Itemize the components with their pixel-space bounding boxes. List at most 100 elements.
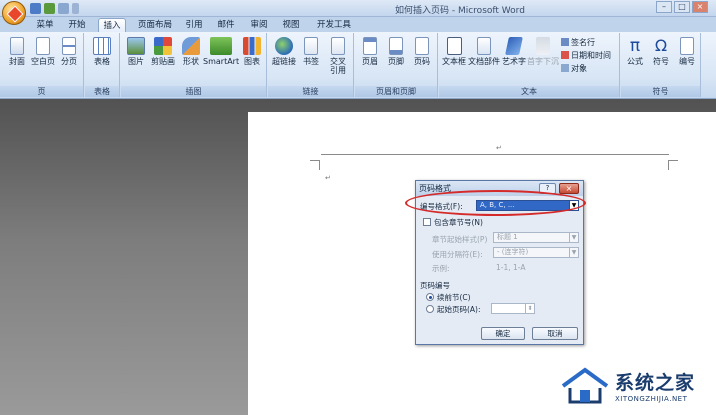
highlight-annotation [405, 190, 586, 216]
continue-radio[interactable] [426, 293, 434, 301]
header-separator-line [321, 154, 669, 155]
maximize-button[interactable]: □ [674, 1, 690, 13]
chart-button[interactable]: 图表 [241, 37, 263, 66]
tab-view[interactable]: 视图 [280, 18, 302, 32]
chevron-down-icon: ▼ [569, 233, 578, 242]
ok-button[interactable]: 确定 [481, 327, 525, 340]
header-button[interactable]: 页眉 [358, 37, 382, 66]
group-header-footer: 页眉 页脚 页码 页眉和页脚 [355, 33, 438, 97]
cover-icon [10, 37, 24, 55]
separator-select[interactable]: - (连字符) ▼ [493, 247, 579, 258]
wordart-button[interactable]: 艺术字 [501, 37, 527, 66]
cancel-button[interactable]: 取消 [532, 327, 578, 340]
datetime-label: 日期和时间 [571, 51, 611, 60]
bookmark-icon [304, 37, 318, 55]
ribbon-tabs: 菜单 开始 插入 页面布局 引用 邮件 审阅 视图 开发工具 [0, 17, 716, 32]
chapter-style-select[interactable]: 标题 1 ▼ [493, 232, 579, 243]
shapes-button[interactable]: 形状 [179, 37, 203, 66]
start-at-spinner[interactable]: ⬍ [491, 303, 535, 314]
page-number-icon [415, 37, 429, 55]
start-at-radio[interactable] [426, 305, 434, 313]
dialog-close-button[interactable]: × [559, 183, 579, 194]
page-numbering-label: 页码编号 [420, 281, 450, 290]
page-break-button[interactable]: 分页 [58, 37, 80, 66]
group-text: 文本框 文档部件 艺术字 首字下沉 签名行 日期和时间 对象 文本 [439, 33, 620, 97]
smartart-button[interactable]: SmartArt [203, 37, 239, 66]
group-symbols: π 公式 Ω 符号 编号 符号 [621, 33, 701, 97]
blank-page-label: 空白页 [31, 57, 55, 66]
signature-label: 签名行 [571, 38, 595, 47]
pi-icon: π [629, 36, 641, 56]
tab-review[interactable]: 审阅 [248, 18, 270, 32]
clipart-button[interactable]: 剪贴画 [149, 37, 177, 66]
equation-button[interactable]: π 公式 [623, 37, 647, 66]
object-button[interactable]: 对象 [561, 63, 587, 74]
cover-button[interactable]: 封面 [6, 37, 28, 66]
object-icon [561, 64, 569, 72]
bookmark-button[interactable]: 书签 [300, 37, 322, 66]
cover-label: 封面 [9, 57, 25, 66]
tab-insert[interactable]: 插入 [98, 18, 126, 32]
numbering-button[interactable]: 编号 [675, 37, 699, 66]
cross-ref-label-1: 交叉 [330, 57, 346, 66]
crop-mark-left [310, 160, 320, 170]
equation-label: 公式 [627, 57, 643, 66]
symbol-button[interactable]: Ω 符号 [649, 36, 673, 67]
header-paragraph-mark: ↵ [496, 144, 502, 152]
group-illustrations-label: 插图 [121, 86, 266, 97]
page-number-label: 页码 [414, 57, 430, 66]
body-paragraph-mark: ↵ [325, 174, 331, 182]
object-label: 对象 [571, 64, 587, 73]
chart-icon [243, 37, 261, 55]
continue-label: 续前节(C) [437, 293, 471, 302]
signature-line-button[interactable]: 签名行 [561, 37, 595, 48]
date-time-button[interactable]: 日期和时间 [561, 50, 611, 61]
tab-developer[interactable]: 开发工具 [312, 18, 356, 32]
blank-page-button[interactable]: 空白页 [31, 37, 55, 66]
group-pages-label: 页 [0, 86, 83, 97]
drop-cap-button[interactable]: 首字下沉 [527, 37, 559, 66]
include-chapter-checkbox[interactable] [423, 218, 431, 226]
tab-page-layout[interactable]: 页面布局 [133, 18, 177, 32]
group-header-footer-label: 页眉和页脚 [355, 86, 437, 97]
clipart-icon [154, 37, 172, 55]
omega-icon: Ω [654, 36, 668, 55]
cross-reference-button[interactable]: 交叉 引用 [326, 37, 350, 75]
footer-button[interactable]: 页脚 [384, 37, 408, 66]
group-tables-label: 表格 [85, 86, 119, 97]
tab-home[interactable]: 开始 [64, 18, 90, 32]
page-number-button[interactable]: 页码 [410, 37, 434, 66]
example-label: 示例: [432, 264, 450, 273]
tab-references[interactable]: 引用 [183, 18, 205, 32]
customize-qat-icon[interactable] [72, 3, 79, 14]
window-title: 如何插入页码 - Microsoft Word [395, 6, 525, 16]
tab-menu[interactable]: 菜单 [32, 18, 58, 32]
table-button[interactable]: 表格 [91, 37, 113, 66]
quick-parts-button[interactable]: 文档部件 [468, 37, 500, 66]
shapes-label: 形状 [183, 57, 199, 66]
undo-icon[interactable] [44, 3, 55, 14]
header-icon [363, 37, 377, 55]
calendar-icon [561, 51, 569, 59]
table-icon [93, 37, 111, 55]
chart-label: 图表 [244, 57, 260, 66]
picture-icon [127, 37, 145, 55]
watermark-brand: 系统之家 [615, 372, 696, 394]
group-symbols-label: 符号 [621, 86, 700, 97]
office-button[interactable] [2, 1, 26, 25]
tab-mailings[interactable]: 邮件 [215, 18, 237, 32]
group-tables: 表格 表格 [85, 33, 120, 97]
save-icon[interactable] [30, 3, 41, 14]
picture-button[interactable]: 图片 [125, 37, 147, 66]
redo-icon[interactable] [58, 3, 69, 14]
blank-page-icon [36, 37, 50, 55]
textbox-button[interactable]: 文本框 [441, 37, 467, 66]
table-label: 表格 [94, 57, 110, 66]
close-window-button[interactable]: × [692, 1, 708, 13]
spinner-arrows-icon: ⬍ [525, 304, 534, 313]
hyperlink-button[interactable]: 超链接 [270, 37, 298, 66]
textbox-label: 文本框 [442, 57, 466, 66]
chevron-down-icon: ▼ [569, 248, 578, 257]
watermark: 系统之家 XITONGZHIJIA.NET [560, 364, 710, 410]
minimize-button[interactable]: – [656, 1, 672, 13]
